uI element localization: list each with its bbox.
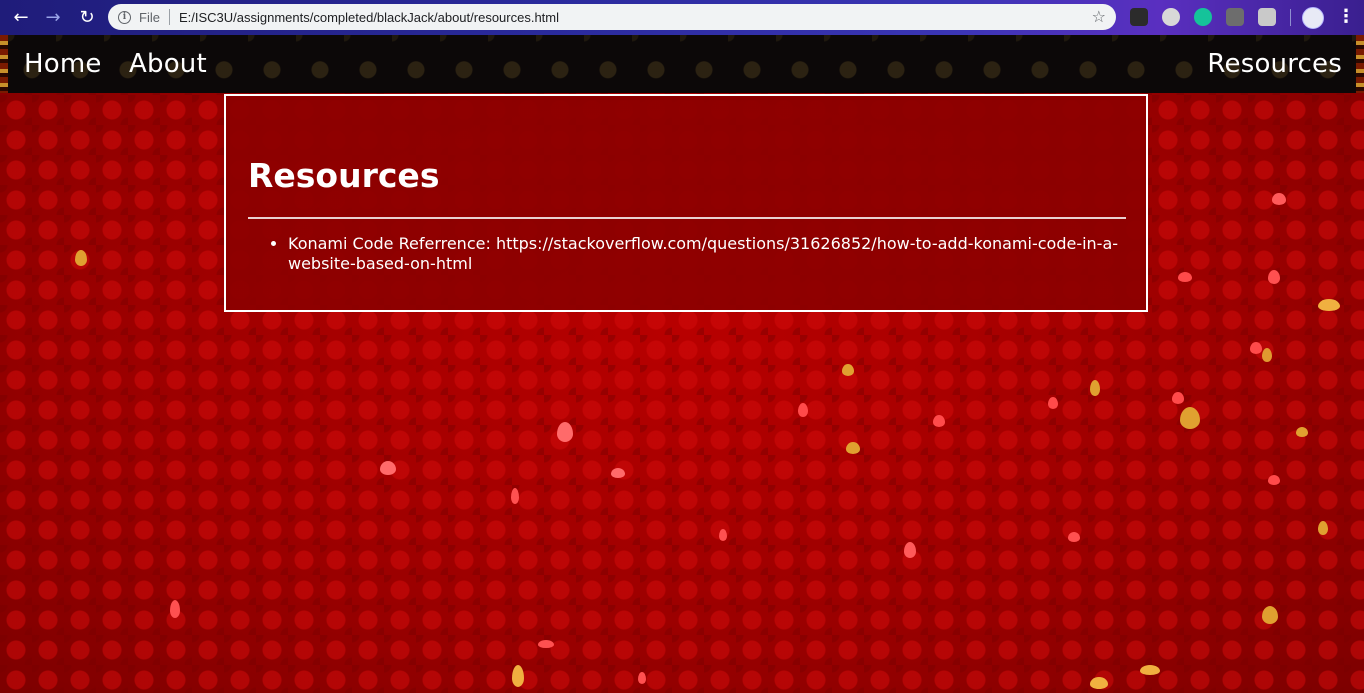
nav-link-home[interactable]: Home bbox=[24, 46, 102, 82]
back-arrow-icon[interactable]: ← bbox=[10, 7, 32, 29]
profile-avatar-icon[interactable] bbox=[1302, 7, 1324, 29]
petal-decoration bbox=[1250, 342, 1262, 354]
list-item: Konami Code Referrence: https://stackove… bbox=[288, 234, 1126, 274]
extension-icon[interactable] bbox=[1258, 8, 1276, 26]
browser-menu-icon[interactable]: ⋮ bbox=[1337, 6, 1355, 28]
petal-decoration bbox=[1140, 665, 1160, 675]
petal-decoration bbox=[75, 250, 87, 266]
petal-decoration bbox=[538, 640, 554, 648]
petal-decoration bbox=[1262, 348, 1272, 362]
petal-decoration bbox=[1068, 532, 1080, 542]
petal-decoration bbox=[557, 422, 573, 442]
address-divider bbox=[168, 9, 170, 25]
petal-decoration bbox=[1048, 397, 1058, 409]
page-title: Resources bbox=[248, 156, 440, 195]
nav-border-ornament bbox=[0, 35, 8, 93]
petal-decoration bbox=[1272, 193, 1286, 205]
reload-icon[interactable]: ↻ bbox=[76, 7, 98, 29]
petal-decoration bbox=[1090, 677, 1108, 689]
petal-decoration bbox=[1172, 392, 1184, 404]
petal-decoration bbox=[1296, 427, 1308, 437]
url-text[interactable]: E:/ISC3U/assignments/completed/blackJack… bbox=[179, 10, 559, 25]
extension-icon[interactable] bbox=[1226, 8, 1244, 26]
petal-decoration bbox=[1090, 380, 1100, 396]
title-divider bbox=[248, 217, 1126, 219]
petal-decoration bbox=[1262, 606, 1278, 624]
petal-decoration bbox=[1318, 521, 1328, 535]
petal-decoration bbox=[904, 542, 916, 558]
resources-panel: Resources Konami Code Referrence: https:… bbox=[224, 94, 1148, 312]
extension-icon[interactable] bbox=[1130, 8, 1148, 26]
forward-arrow-icon[interactable]: → bbox=[42, 7, 64, 29]
petal-decoration bbox=[511, 488, 519, 504]
petal-decoration bbox=[1318, 299, 1340, 311]
nav-border-ornament bbox=[1356, 35, 1364, 93]
toolbar-divider bbox=[1290, 9, 1291, 26]
bookmark-star-icon[interactable]: ☆ bbox=[1092, 7, 1106, 26]
site-navbar: Home About Resources bbox=[8, 35, 1356, 93]
info-icon[interactable]: i bbox=[118, 10, 131, 24]
petal-decoration bbox=[638, 672, 646, 684]
petal-decoration bbox=[719, 529, 727, 541]
petal-decoration bbox=[380, 461, 396, 475]
petal-decoration bbox=[933, 415, 945, 427]
petal-decoration bbox=[512, 665, 524, 687]
petal-decoration bbox=[170, 600, 180, 618]
petal-decoration bbox=[611, 468, 625, 478]
nav-link-about[interactable]: About bbox=[129, 46, 207, 82]
petal-decoration bbox=[1178, 272, 1192, 282]
petal-decoration bbox=[1180, 407, 1200, 429]
petal-decoration bbox=[798, 403, 808, 417]
resource-text[interactable]: Konami Code Referrence: https://stackove… bbox=[288, 234, 1118, 273]
resource-list: Konami Code Referrence: https://stackove… bbox=[248, 234, 1126, 274]
address-bar[interactable]: i File E:/ISC3U/assignments/completed/bl… bbox=[108, 4, 1116, 30]
petal-decoration bbox=[846, 442, 860, 454]
petal-decoration bbox=[842, 364, 854, 376]
petal-decoration bbox=[1268, 270, 1280, 284]
grammarly-extension-icon[interactable] bbox=[1194, 8, 1212, 26]
browser-toolbar: ← → ↻ i File E:/ISC3U/assignments/comple… bbox=[0, 0, 1364, 35]
petal-decoration bbox=[1268, 475, 1280, 485]
nav-link-resources[interactable]: Resources bbox=[1207, 46, 1342, 82]
scheme-label: File bbox=[139, 9, 160, 25]
extension-icon[interactable] bbox=[1162, 8, 1180, 26]
